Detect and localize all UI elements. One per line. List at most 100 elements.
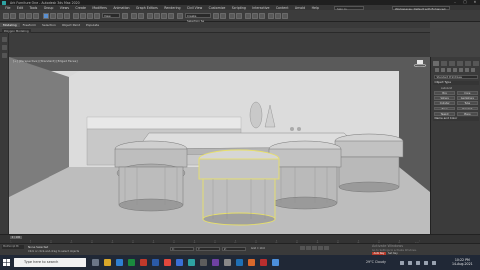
zoom-icon[interactable]: [176, 259, 183, 266]
render-production-icon[interactable]: [282, 12, 288, 19]
clock[interactable]: 10:22 PM 14-Aug-2021: [452, 258, 473, 267]
autogrid-checkbox[interactable]: AutoGrid: [441, 87, 452, 90]
menu-rendering[interactable]: Rendering: [161, 6, 184, 10]
menu-edit[interactable]: Edit: [14, 6, 27, 10]
menu-civil-view[interactable]: Civil View: [184, 6, 206, 10]
box-button[interactable]: Box: [434, 91, 456, 95]
window-crossing-icon[interactable]: [64, 12, 70, 19]
lights-icon[interactable]: [447, 68, 451, 72]
menu-create[interactable]: Create: [72, 6, 89, 10]
menu-customize[interactable]: Customize: [205, 6, 228, 10]
angle-snap-icon[interactable]: [154, 12, 160, 19]
play-icon[interactable]: [312, 245, 317, 250]
tube-button[interactable]: Tube: [456, 101, 478, 106]
reference-coordinate-dropdown[interactable]: View: [102, 13, 120, 18]
display-tab-icon[interactable]: [464, 61, 472, 66]
previous-frame-icon[interactable]: [306, 245, 311, 250]
windows-start-icon[interactable]: [3, 259, 10, 266]
cylinder-button[interactable]: Cylinder: [434, 101, 456, 106]
unlink-icon[interactable]: [26, 12, 32, 19]
sphere-button[interactable]: Sphere: [434, 96, 456, 100]
named-selection-dropdown[interactable]: Create Selection Se: [185, 13, 211, 23]
file-explorer-icon[interactable]: [104, 259, 111, 266]
select-manipulate-icon[interactable]: [131, 12, 137, 19]
geometry-icon[interactable]: [435, 68, 439, 72]
cone-button[interactable]: Cone: [456, 91, 478, 95]
photos-icon[interactable]: [272, 259, 279, 266]
polygon-modeling-button[interactable]: Polygon Modeling: [2, 28, 31, 33]
primitive-type-dropdown[interactable]: Standard Primitives: [434, 75, 478, 79]
undo-icon[interactable]: [3, 12, 9, 19]
percent-snap-icon[interactable]: [161, 12, 167, 19]
perspective-viewport[interactable]: [+] [Perspective] [Standard] [Edged Face…: [9, 57, 430, 234]
name-and-color-header[interactable]: Name and Color: [433, 116, 479, 121]
torus-button[interactable]: Torus: [434, 106, 456, 111]
hierarchy-tab-icon[interactable]: [448, 61, 456, 66]
menu-arnold[interactable]: Arnold: [292, 6, 309, 10]
shapes-icon[interactable]: [441, 68, 445, 72]
create-tab-icon[interactable]: [433, 61, 440, 66]
geosphere-button[interactable]: GeoSphere: [456, 96, 478, 100]
tab-selection[interactable]: Selection: [39, 23, 59, 27]
keyboard-shortcut-icon[interactable]: [138, 12, 144, 19]
3ds-max-taskbar-icon[interactable]: [188, 259, 195, 266]
align-icon[interactable]: [220, 12, 226, 19]
menu-animation[interactable]: Animation: [110, 6, 133, 10]
edge-icon[interactable]: [116, 259, 123, 266]
layer-explorer-icon[interactable]: [229, 12, 235, 19]
scene-explorer-icon[interactable]: [2, 37, 7, 42]
z-coordinate[interactable]: Z:: [222, 246, 246, 251]
mirror-icon[interactable]: [213, 12, 219, 19]
spinner-snap-icon[interactable]: [168, 12, 174, 19]
link-icon[interactable]: [19, 12, 25, 19]
space-warps-icon[interactable]: [465, 68, 469, 72]
maxscript-listener[interactable]: MAXScript Mi: [2, 245, 24, 249]
curve-editor-icon[interactable]: [245, 12, 251, 19]
menu-tools[interactable]: Tools: [26, 6, 40, 10]
workspace-dropdown[interactable]: Workspaces: Default with Enhanced Menus: [392, 5, 450, 15]
viewport-label[interactable]: [+] [Perspective] [Standard] [Edged Face…: [13, 59, 78, 63]
redo-icon[interactable]: [10, 12, 16, 19]
rotate-icon[interactable]: [80, 12, 86, 19]
menu-scripting[interactable]: Scripting: [229, 6, 250, 10]
viewcube-icon[interactable]: [413, 59, 427, 67]
powerpoint-icon[interactable]: [140, 259, 147, 266]
material-editor-icon[interactable]: [259, 12, 265, 19]
rectangular-selection-icon[interactable]: [57, 12, 63, 19]
tab-freeform[interactable]: Freeform: [20, 23, 39, 27]
utilities-tab-icon[interactable]: [472, 61, 480, 66]
menu-modifiers[interactable]: Modifiers: [89, 6, 110, 10]
select-object-icon[interactable]: [43, 12, 49, 19]
plane-button[interactable]: Plane: [456, 111, 478, 116]
chrome-icon[interactable]: [164, 259, 171, 266]
edit-named-selection-icon[interactable]: [177, 12, 183, 19]
next-frame-icon[interactable]: [318, 245, 323, 250]
systems-icon[interactable]: [471, 68, 475, 72]
toggle-ribbon-icon[interactable]: [236, 12, 242, 19]
select-by-name-icon[interactable]: [50, 12, 56, 19]
menu-file[interactable]: File: [2, 6, 14, 10]
network-icon[interactable]: [408, 260, 412, 265]
viewport-layout-icon[interactable]: [2, 45, 7, 50]
task-view-icon[interactable]: [92, 259, 99, 266]
menu-graph-editors[interactable]: Graph Editors: [133, 6, 161, 10]
bind-space-warp-icon[interactable]: [33, 12, 39, 19]
placement-icon[interactable]: [94, 12, 100, 19]
go-to-end-icon[interactable]: [324, 245, 329, 250]
modify-tab-icon[interactable]: [440, 61, 448, 66]
battery-icon[interactable]: [424, 260, 428, 265]
settings-app-icon[interactable]: [224, 259, 231, 266]
helpers-icon[interactable]: [459, 68, 463, 72]
teapot-button[interactable]: Teapot: [434, 111, 456, 116]
tab-modeling[interactable]: Modeling: [0, 23, 20, 27]
weather-widget[interactable]: 29°C Cloudy: [366, 260, 386, 264]
cameras-icon[interactable]: [453, 68, 457, 72]
word-icon[interactable]: [152, 259, 159, 266]
go-to-start-icon[interactable]: [300, 245, 305, 250]
scale-icon[interactable]: [87, 12, 93, 19]
taskbar-search-input[interactable]: Type here to search: [14, 258, 86, 267]
menu-views[interactable]: Views: [57, 6, 73, 10]
sign-in-field[interactable]: Sign In: [334, 5, 364, 11]
media-app-icon[interactable]: [212, 259, 219, 266]
motion-tab-icon[interactable]: [456, 61, 464, 66]
